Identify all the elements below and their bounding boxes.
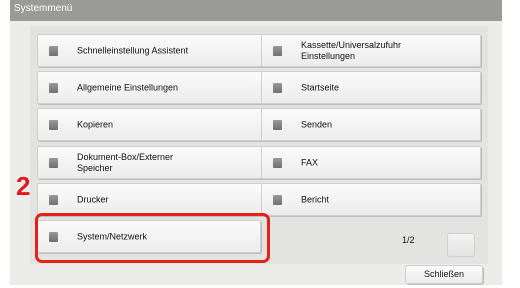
menu-button-label: Kassette/Universalzufuhr Einstellungen (301, 39, 402, 61)
screen: Systemmenü Schnelleinstellung Assistent … (0, 0, 520, 288)
menu-button-label: Dokument-Box/Externer Speicher (77, 151, 174, 173)
menu-button-dokument-box[interactable]: Dokument-Box/Externer Speicher (37, 146, 263, 179)
page-indicator: 1/2 (402, 235, 415, 245)
menu-item-icon (49, 158, 58, 168)
menu-item-icon (49, 120, 58, 130)
close-button-label: Schließen (423, 269, 465, 279)
menu-button-bericht[interactable]: Bericht (261, 183, 481, 216)
menu-button-label: Bericht (301, 194, 330, 204)
menu-button-schnelleinstellung-assistent[interactable]: Schnelleinstellung Assistent (37, 34, 263, 67)
menu-button-kopieren[interactable]: Kopieren (37, 108, 263, 141)
menu-button-startseite[interactable]: Startseite (261, 71, 481, 104)
window-title: Systemmenü (14, 3, 73, 14)
page-scroll-button[interactable] (447, 233, 475, 257)
close-button[interactable]: Schließen (405, 265, 483, 284)
menu-item-icon (49, 195, 58, 205)
menu-button-allgemeine-einstellungen[interactable]: Allgemeine Einstellungen (37, 71, 263, 104)
menu-item-icon (49, 83, 58, 93)
menu-button-label: Startseite (301, 82, 340, 92)
menu-item-icon (273, 83, 282, 93)
menu-item-icon (273, 158, 282, 168)
menu-item-icon (273, 46, 282, 56)
highlight-frame (35, 213, 270, 263)
menu-button-drucker[interactable]: Drucker (37, 183, 263, 216)
step-number-label: 2 (16, 171, 31, 201)
menu-button-label: Schnelleinstellung Assistent (77, 45, 189, 55)
menu-button-senden[interactable]: Senden (261, 108, 481, 141)
menu-button-label: Allgemeine Einstellungen (77, 82, 179, 92)
menu-button-label: Drucker (77, 194, 109, 204)
menu-button-label: Senden (301, 119, 333, 129)
menu-button-label: Kopieren (77, 119, 114, 129)
menu-item-icon (49, 46, 58, 56)
title-bar: Systemmenü (10, 0, 502, 21)
menu-button-fax[interactable]: FAX (261, 146, 481, 179)
menu-button-label: FAX (301, 157, 319, 167)
menu-item-icon (273, 195, 282, 205)
menu-button-kassette-universalzufuhr[interactable]: Kassette/Universalzufuhr Einstellungen (261, 34, 481, 67)
menu-item-icon (273, 120, 282, 130)
